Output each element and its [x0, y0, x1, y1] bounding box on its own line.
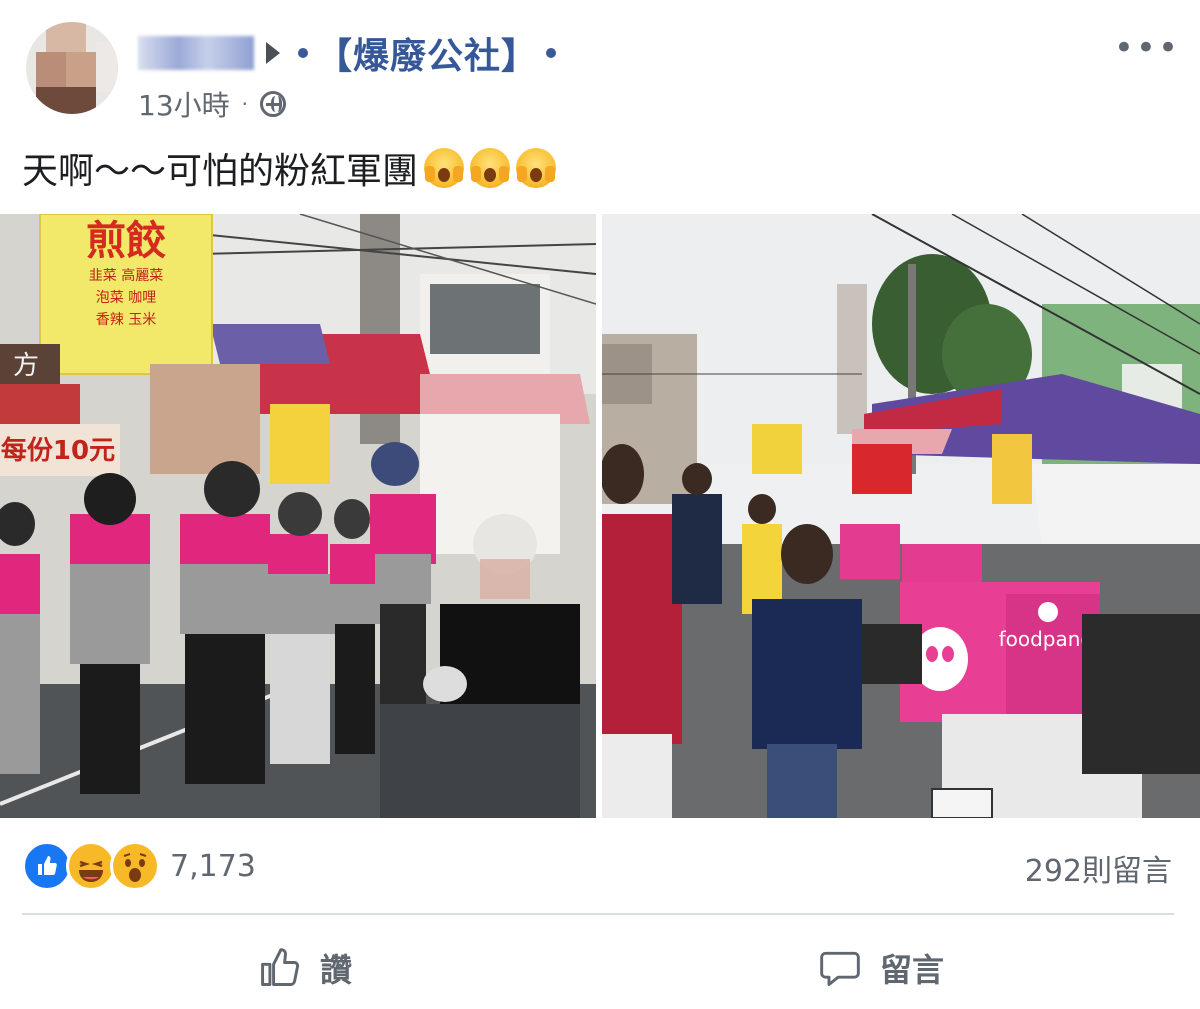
- dot-icon: [546, 48, 557, 58]
- avatar[interactable]: [26, 22, 118, 114]
- sign-dumplings: 煎餃: [86, 218, 166, 264]
- photo-right[interactable]: foodpanda: [602, 214, 1200, 818]
- group-link[interactable]: 【爆廢公社】: [316, 27, 538, 79]
- post-text: 天啊～～可怕的粉紅軍團: [22, 143, 557, 193]
- divider: [22, 913, 1174, 915]
- like-button[interactable]: 讚: [258, 938, 352, 998]
- comment-icon: [820, 951, 860, 986]
- haha-icon: [66, 841, 116, 891]
- dot-icon: [298, 48, 308, 58]
- wow-icon: [110, 841, 160, 891]
- svg-text:泡菜 咖哩: 泡菜 咖哩: [96, 290, 156, 306]
- post-header: 【爆廢公社】: [138, 27, 564, 79]
- screaming-face-emoji: [470, 148, 511, 188]
- screaming-face-emoji: [424, 148, 465, 188]
- photo-grid: 煎餃 韭菜 高麗菜 泡菜 咖哩 香辣 玉米 每份10元 方 foodpanda: [0, 214, 1200, 818]
- svg-text:韭菜 高麗菜: 韭菜 高麗菜: [89, 267, 163, 284]
- caret-right-icon: [266, 42, 280, 64]
- author-name-blurred[interactable]: [138, 36, 254, 70]
- reaction-count: 7,173: [170, 848, 256, 884]
- comment-label: 留言: [880, 951, 945, 989]
- post-body: 天啊～～可怕的粉紅軍團: [22, 151, 419, 192]
- like-icon: [22, 841, 72, 891]
- reactions-summary[interactable]: 7,173: [22, 841, 256, 891]
- like-label: 讚: [320, 951, 353, 989]
- comment-button[interactable]: 留言: [818, 938, 944, 998]
- svg-text:香辣 玉米: 香辣 玉米: [96, 312, 156, 328]
- thumbs-up-icon: [261, 948, 300, 986]
- post-timestamp[interactable]: 13小時: [138, 84, 230, 124]
- post-meta: 13小時 ·: [138, 84, 286, 124]
- screaming-face-emoji: [516, 148, 557, 188]
- globe-icon[interactable]: [260, 91, 286, 117]
- sign-fang: 方: [13, 351, 39, 381]
- more-options-icon[interactable]: •••: [1114, 28, 1180, 68]
- sign-price: 每份10元: [1, 435, 115, 466]
- meta-separator: ·: [241, 92, 248, 116]
- foodpanda-box: foodpanda: [900, 582, 1105, 724]
- comment-count[interactable]: 292則留言: [1025, 846, 1172, 890]
- photo-left[interactable]: 煎餃 韭菜 高麗菜 泡菜 咖哩 香辣 玉米 每份10元 方: [0, 214, 596, 818]
